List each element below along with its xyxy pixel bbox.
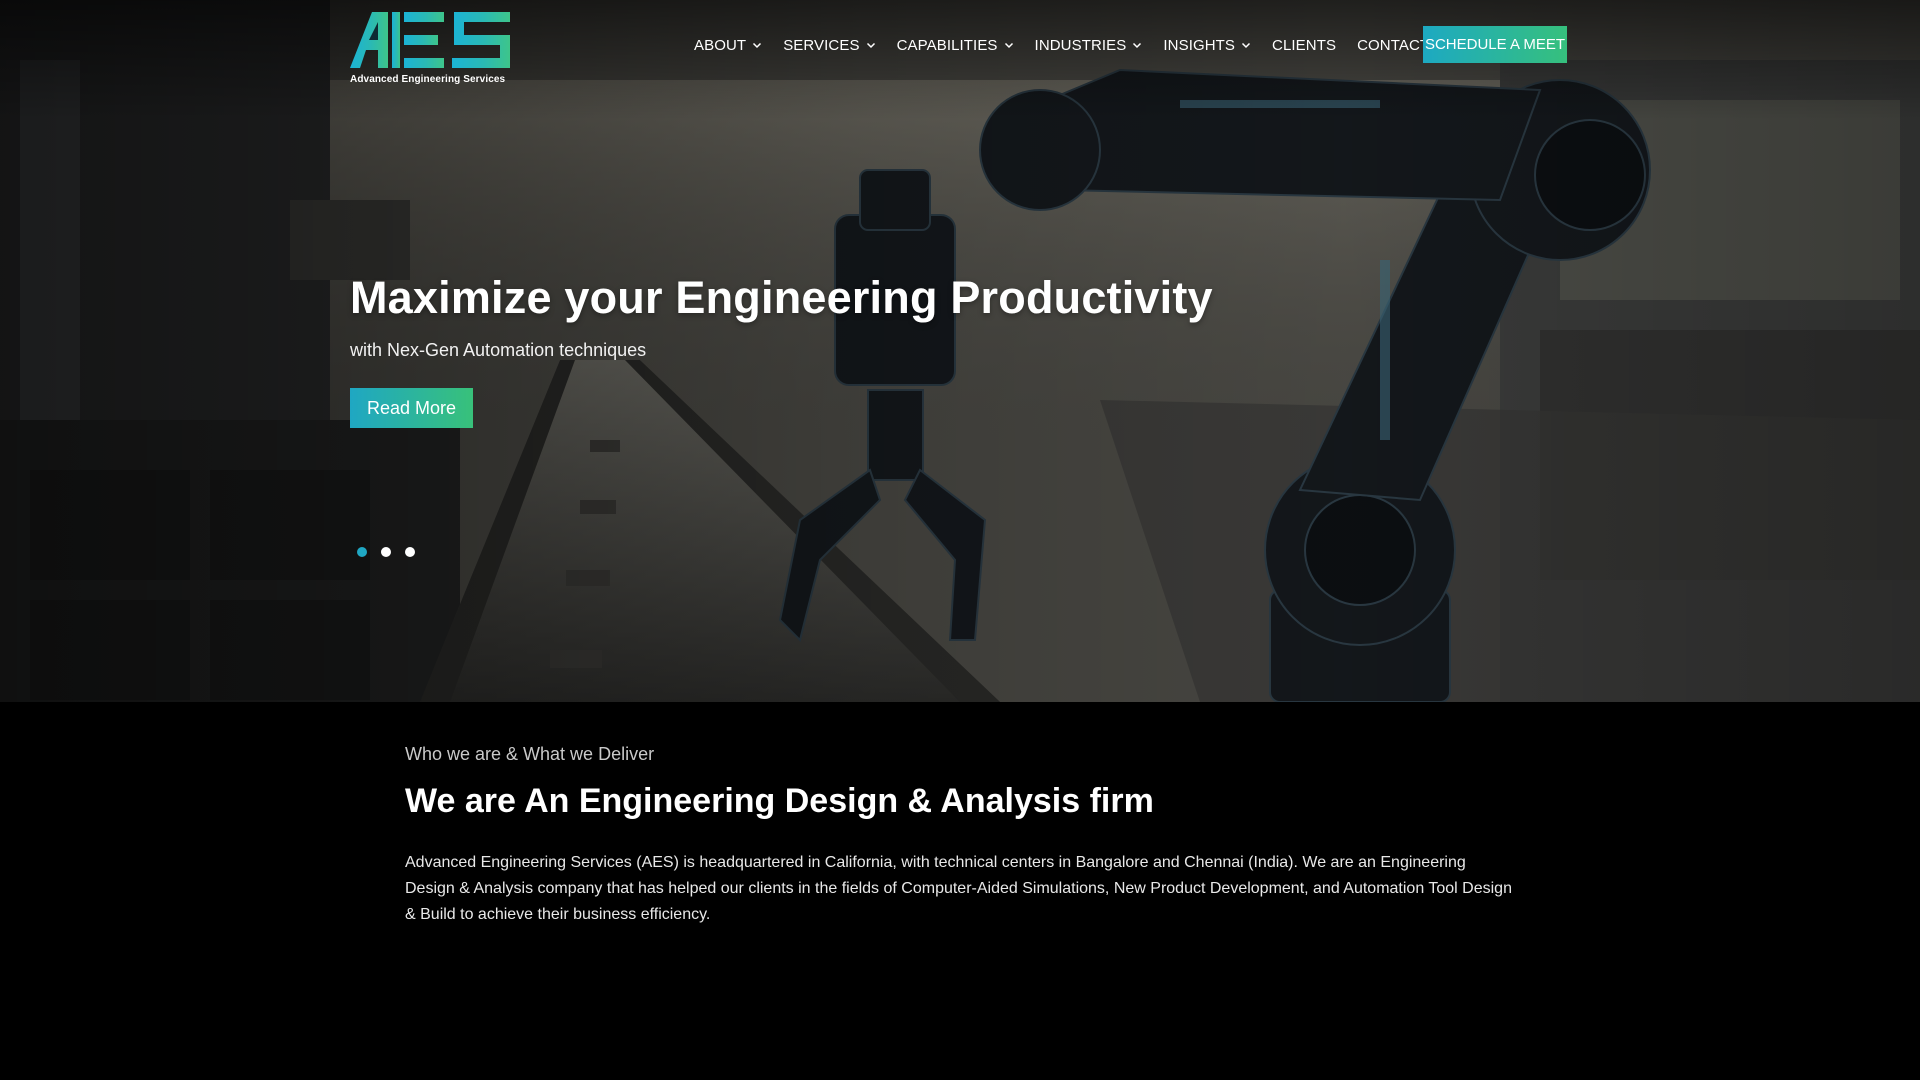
nav-item-clients[interactable]: CLIENTS: [1272, 37, 1336, 54]
about-section: Who we are & What we Deliver We are An E…: [0, 702, 1920, 1080]
chevron-down-icon: [866, 42, 875, 49]
main-nav: ABOUT SERVICES CAPABILITIES INDUSTRIES I…: [694, 34, 1429, 56]
nav-item-industries[interactable]: INDUSTRIES: [1035, 37, 1143, 54]
nav-item-label: ABOUT: [694, 36, 747, 54]
nav-item-label: INDUSTRIES: [1034, 36, 1127, 54]
chevron-down-icon: [1004, 42, 1013, 49]
slider-pagination: [357, 547, 415, 557]
nav-item-about[interactable]: ABOUT: [694, 37, 762, 54]
schedule-meet-button[interactable]: SCHEDULE A MEET: [1423, 26, 1567, 63]
nav-item-label: INSIGHTS: [1163, 36, 1236, 54]
nav-item-label: CAPABILITIES: [896, 36, 998, 54]
hero-subtitle: with Nex-Gen Automation techniques: [350, 340, 647, 360]
hero-title: Maximize your Engineering Productivity: [350, 272, 1213, 323]
nav-item-label: SERVICES: [783, 36, 860, 54]
nav-item-label: CONTACT: [1357, 36, 1430, 54]
header-shade: [0, 0, 1920, 120]
nav-item-contact[interactable]: CONTACT: [1357, 37, 1429, 54]
nav-item-insights[interactable]: INSIGHTS: [1163, 37, 1251, 54]
about-eyebrow: Who we are & What we Deliver: [405, 744, 655, 764]
aes-logo[interactable]: Advanced Engineering Services: [350, 10, 512, 88]
chevron-down-icon: [753, 42, 762, 49]
nav-item-label: CLIENTS: [1272, 36, 1337, 54]
logo-subtitle: Advanced Engineering Services: [350, 74, 506, 85]
hero-slider: Advanced Engineering Services ABOUT SERV…: [0, 0, 1920, 702]
chevron-down-icon: [1242, 42, 1251, 49]
slider-dot-3[interactable]: [405, 547, 415, 557]
aes-logo-mark: [350, 12, 510, 68]
slider-dot-2[interactable]: [381, 547, 391, 557]
read-more-button[interactable]: Read More: [350, 388, 473, 428]
about-title: We are An Engineering Design & Analysis …: [405, 782, 1154, 820]
slider-dot-1[interactable]: [357, 547, 367, 557]
about-description: Advanced Engineering Services (AES) is h…: [405, 854, 1512, 923]
nav-item-capabilities[interactable]: CAPABILITIES: [897, 37, 1014, 54]
chevron-down-icon: [1133, 42, 1142, 49]
nav-item-services[interactable]: SERVICES: [783, 37, 875, 54]
